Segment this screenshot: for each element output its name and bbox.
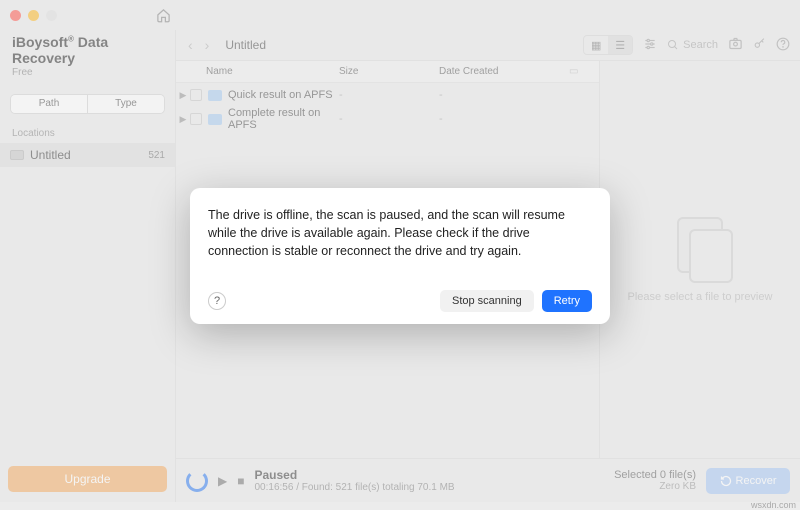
dialog-message: The drive is offline, the scan is paused… (208, 206, 592, 260)
app-window: iBoysoft® Data Recovery Free Path Type L… (0, 0, 800, 502)
watermark: wsxdn.com (751, 500, 796, 510)
offline-dialog: The drive is offline, the scan is paused… (190, 188, 610, 324)
retry-button[interactable]: Retry (542, 290, 592, 312)
dialog-help-button[interactable]: ? (208, 292, 226, 310)
stop-scanning-button[interactable]: Stop scanning (440, 290, 534, 312)
modal-overlay: The drive is offline, the scan is paused… (0, 0, 800, 502)
